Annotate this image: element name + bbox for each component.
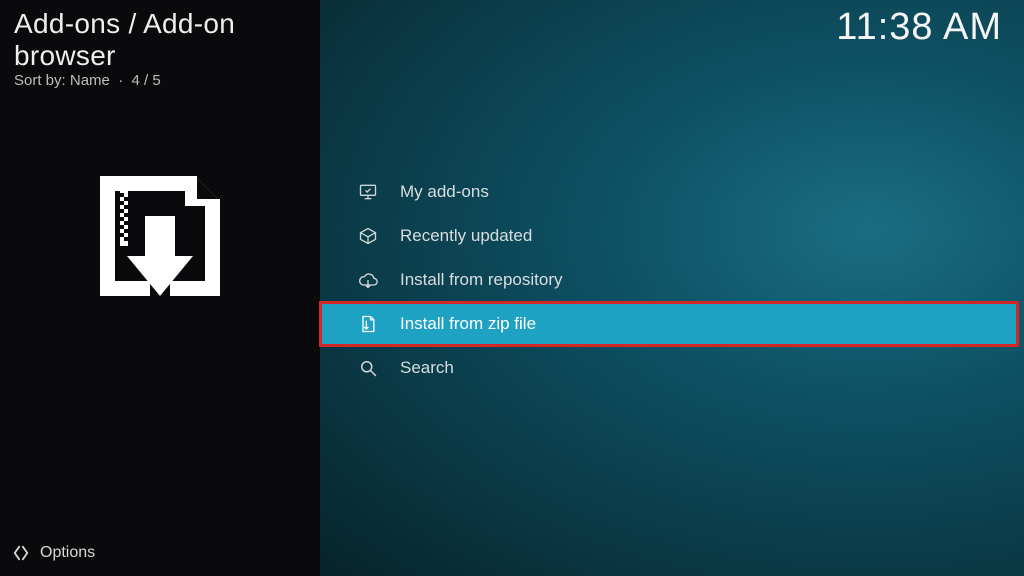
list-position: 4 / 5: [132, 72, 161, 89]
menu-item-label: Search: [400, 358, 454, 378]
options-arrows-icon: [12, 544, 30, 562]
monitor-icon: [358, 182, 378, 202]
app-root: Add-ons / Add-on browser Sort by: Name ·…: [0, 0, 1024, 576]
zip-file-download-icon: [90, 171, 230, 301]
main-pane: 11:38 AM My add-ons Recently updated: [320, 0, 1024, 576]
box-icon: [358, 226, 378, 246]
cloud-icon: [358, 270, 378, 290]
breadcrumb: Add-ons / Add-on browser: [14, 8, 306, 72]
menu-item-label: Install from zip file: [400, 314, 536, 334]
search-icon: [358, 358, 378, 378]
header: Add-ons / Add-on browser Sort by: Name ·…: [0, 0, 320, 91]
sort-sep: ·: [114, 72, 132, 89]
sort-value: Name: [70, 72, 110, 89]
menu-item-install-zip[interactable]: Install from zip file: [320, 302, 1018, 346]
clock: 11:38 AM: [836, 6, 1002, 49]
sidebar: Add-ons / Add-on browser Sort by: Name ·…: [0, 0, 320, 576]
menu-item-my-addons[interactable]: My add-ons: [320, 170, 1024, 214]
menu-item-label: Install from repository: [400, 270, 563, 290]
menu-item-label: My add-ons: [400, 182, 489, 202]
menu-item-recently-updated[interactable]: Recently updated: [320, 214, 1024, 258]
options-button[interactable]: Options: [12, 544, 95, 562]
menu-item-label: Recently updated: [400, 226, 532, 246]
addon-menu: My add-ons Recently updated Install from…: [320, 170, 1024, 390]
sort-prefix: Sort by:: [14, 72, 66, 89]
zip-icon: [358, 314, 378, 334]
options-label: Options: [40, 544, 95, 562]
menu-item-install-repository[interactable]: Install from repository: [320, 258, 1024, 302]
menu-item-search[interactable]: Search: [320, 346, 1024, 390]
sort-line[interactable]: Sort by: Name · 4 / 5: [14, 72, 306, 89]
preview-pane: [0, 171, 320, 301]
